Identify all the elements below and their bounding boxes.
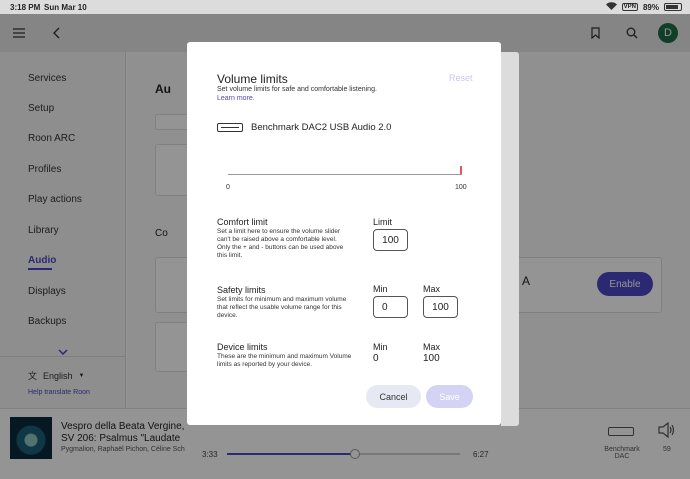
safety-min-input[interactable]: 0 — [373, 296, 408, 318]
safety-max-input[interactable]: 100 — [423, 296, 458, 318]
cancel-button[interactable]: Cancel — [366, 385, 421, 408]
safety-min-label: Min — [373, 284, 388, 294]
comfort-limit-description: Set a limit here to ensure the volume sl… — [217, 228, 344, 259]
device-min-label: Min — [373, 342, 388, 352]
learn-more-link[interactable]: Learn more. — [217, 95, 255, 102]
safety-max-label: Max — [423, 284, 441, 294]
vpn-icon: VPN — [621, 3, 638, 11]
status-time: 3:18 PM — [10, 3, 41, 12]
status-bar: 3:18 PM Sun Mar 10 VPN 89% — [0, 0, 690, 14]
comfort-limit-label: Limit — [373, 217, 393, 227]
reset-button[interactable]: Reset — [449, 73, 473, 83]
dac-device-icon — [217, 123, 243, 132]
device-max-label: Max — [423, 342, 441, 352]
device-min-value: 0 — [373, 353, 379, 364]
comfort-limit-heading: Comfort limit — [217, 217, 268, 227]
volume-limits-dialog: Volume limits Set volume limits for safe… — [187, 42, 501, 425]
battery-icon — [664, 3, 682, 11]
device-max-value: 100 — [423, 353, 440, 364]
dialog-subtitle: Set volume limits for safe and comfortab… — [217, 86, 377, 93]
device-name: Benchmark DAC2 USB Audio 2.0 — [251, 122, 392, 133]
volume-range-slider[interactable] — [228, 174, 462, 175]
battery-percent: 89% — [642, 2, 659, 12]
wifi-icon — [605, 2, 617, 12]
save-button[interactable]: Save — [426, 385, 473, 408]
slider-min-label: 0 — [226, 184, 230, 191]
comfort-limit-marker[interactable] — [460, 166, 462, 174]
status-date: Sun Mar 10 — [44, 3, 87, 12]
modal-stack-edge — [501, 52, 519, 426]
safety-limits-heading: Safety limits — [217, 285, 266, 295]
device-limits-heading: Device limits — [217, 342, 268, 352]
dialog-title: Volume limits — [217, 72, 288, 86]
safety-limits-description: Set limits for minimum and maximum volum… — [217, 296, 347, 319]
slider-max-label: 100 — [455, 184, 467, 191]
comfort-limit-input[interactable]: 100 — [373, 229, 408, 251]
device-limits-description: These are the minimum and maximum Volume… — [217, 353, 352, 368]
